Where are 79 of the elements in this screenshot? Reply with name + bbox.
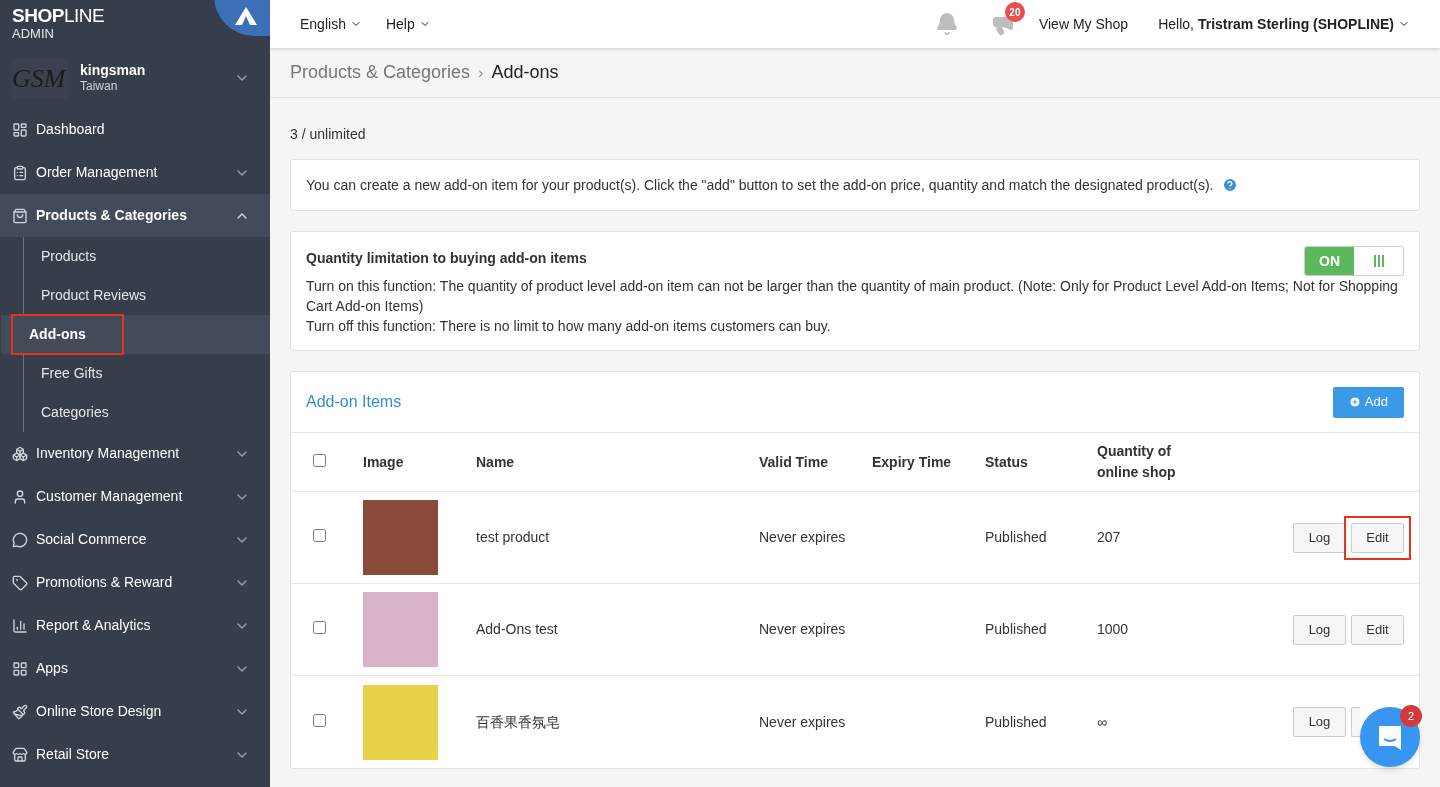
chat-badge: 2 xyxy=(1400,705,1422,727)
sidebar-subitem[interactable]: Free Gifts xyxy=(24,355,120,392)
column-header: Status xyxy=(985,452,1029,472)
limitation-title: Quantity limitation to buying add-on items xyxy=(306,249,587,268)
row-checkbox[interactable] xyxy=(313,713,326,727)
help-icon[interactable] xyxy=(1221,177,1238,193)
paintbrush-icon xyxy=(12,703,28,720)
sidebar-subitem[interactable]: Products xyxy=(24,238,114,275)
view-shop-link[interactable]: View My Shop xyxy=(1038,13,1129,35)
notification-badge: 20 xyxy=(1004,2,1025,22)
sidebar-item[interactable]: Promotions & Reward xyxy=(0,561,270,604)
sidebar-item[interactable]: Apps xyxy=(0,647,270,690)
table-cell-text: Published xyxy=(985,620,1048,639)
sidebar-subitem[interactable]: Add-ons xyxy=(11,314,124,355)
sidebar-item[interactable]: Inventory Management xyxy=(0,432,270,475)
table-cell-text: Add-Ons test xyxy=(476,620,559,639)
store-name: kingsman xyxy=(80,61,147,80)
edit-button[interactable]: Edit xyxy=(1351,522,1404,553)
column-header: Expiry Time xyxy=(872,452,953,472)
store-icon xyxy=(12,746,28,763)
table-cell-text: Never expires xyxy=(759,528,847,547)
column-header: Quantity of online shop xyxy=(1097,442,1177,482)
table-cell-text: 百香果香氛皂 xyxy=(476,712,561,732)
table-cell-text: Published xyxy=(985,712,1048,732)
table-cell-text: 207 xyxy=(1097,528,1122,547)
sidebar-item[interactable]: Customer Management xyxy=(0,475,270,518)
table-cell-text: Never expires xyxy=(759,712,847,732)
menu-dropdown[interactable]: English xyxy=(300,13,362,35)
sidebar-item[interactable]: Social Commerce xyxy=(0,518,270,561)
sidebar-item[interactable]: Online Store Design xyxy=(0,690,270,733)
clipboard-icon xyxy=(12,164,28,181)
sidebar-item[interactable]: Report & Analytics xyxy=(0,604,270,647)
brand-subtitle: ADMIN xyxy=(12,27,55,40)
card-title: Add-on Items xyxy=(306,392,402,412)
sidebar-item[interactable]: Order Management xyxy=(0,151,270,194)
limitation-description: Turn off this function: There is no limit to how many add-on items customers can buy. xyxy=(306,317,832,336)
chat-bubble-icon xyxy=(1376,723,1404,751)
log-button[interactable]: Log xyxy=(1293,522,1346,553)
store-region: Taiwan xyxy=(80,79,119,95)
sidebar-subitem[interactable]: Product Reviews xyxy=(24,277,164,314)
sidebar-subitem[interactable]: Categories xyxy=(24,394,126,431)
sidebar-item[interactable]: Retail Store xyxy=(0,733,270,776)
select-all-checkbox[interactable] xyxy=(313,453,326,467)
boxes-icon xyxy=(12,445,28,462)
info-text: You can create a new add-on item for your product(s). Click the "add" button to set the add-on price, quantity and match the designated product(s). xyxy=(306,175,1214,195)
sidebar-item[interactable]: Dashboard xyxy=(0,108,270,151)
limitation-description: Turn on this function: The quantity of product level add-on item can not be larger than the quantity of main product. (Note: Only for Product Level Add-on Items; Not for Shopping Cart Add-on Items) xyxy=(306,277,1399,316)
bar-chart-icon xyxy=(12,617,28,634)
table-cell-text: test product xyxy=(476,528,551,547)
plus-icon xyxy=(1348,396,1361,408)
mountain-logo-icon xyxy=(235,7,257,25)
row-checkbox[interactable] xyxy=(313,529,326,542)
grip-icon xyxy=(1373,255,1384,267)
log-button[interactable]: Log xyxy=(1293,707,1346,737)
log-button[interactable]: Log xyxy=(1293,614,1346,645)
sidebar-item[interactable]: Products & Categories xyxy=(0,194,270,237)
menu-dropdown[interactable]: Help xyxy=(385,13,431,35)
tag-icon xyxy=(12,574,28,591)
table-cell-text: Published xyxy=(985,528,1048,547)
table-cell-text: ∞ xyxy=(1097,712,1108,732)
chat-bubble-icon xyxy=(12,531,28,548)
user-menu[interactable]: Hello, Tristram Sterling (SHOPLINE) xyxy=(1158,13,1410,35)
table-cell-text: 1000 xyxy=(1097,620,1130,639)
button-edge xyxy=(1351,707,1360,737)
user-icon xyxy=(12,488,28,505)
grid-icon xyxy=(12,660,28,677)
shopping-bag-icon xyxy=(12,207,28,224)
edit-button[interactable]: Edit xyxy=(1351,614,1404,645)
quota-text: 3 / unlimited xyxy=(290,125,367,144)
column-header: Image xyxy=(363,452,405,472)
breadcrumb-link[interactable]: Products & Categories xyxy=(290,59,471,86)
table-cell-text: Never expires xyxy=(759,620,847,639)
column-header: Name xyxy=(476,452,516,472)
row-checkbox[interactable] xyxy=(313,621,326,634)
breadcrumb-current: Add-ons xyxy=(491,61,559,84)
dashboard-icon xyxy=(12,121,28,138)
brand-logo[interactable]: SHOPLINE xyxy=(12,6,105,25)
breadcrumb-separator: › xyxy=(478,62,484,83)
column-header: Valid Time xyxy=(759,452,829,472)
